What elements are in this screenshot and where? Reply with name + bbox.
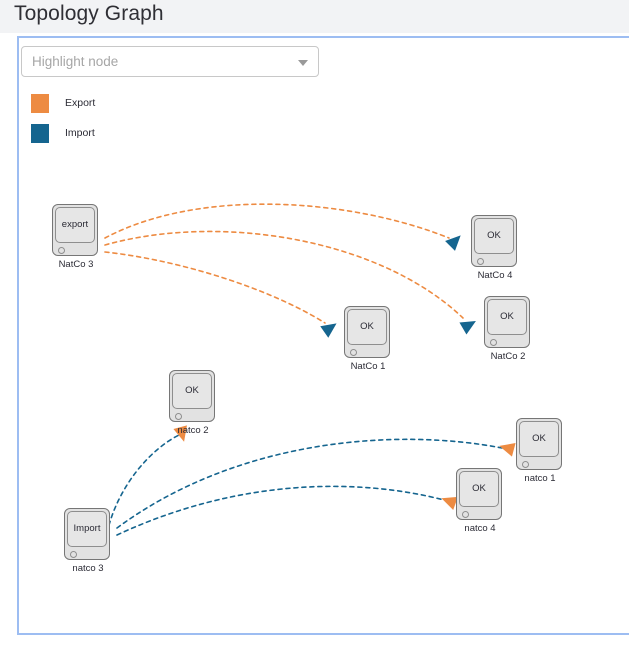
device-screen: Import xyxy=(67,511,107,547)
node-status-text: OK xyxy=(487,230,501,241)
topology-edge xyxy=(116,438,503,529)
topology-node-natco1-right[interactable]: OK natco 1 xyxy=(516,418,564,484)
device-screen: OK xyxy=(347,309,387,345)
node-caption: NatCo 3 xyxy=(58,259,94,270)
device-home-button-icon xyxy=(350,349,357,356)
topology-edge xyxy=(104,251,326,324)
topology-edge xyxy=(106,434,180,534)
node-caption: natco 4 xyxy=(464,523,496,534)
device-icon: OK xyxy=(456,468,502,520)
topology-graph-canvas[interactable]: export NatCo 3 OK NatCo 4 OK NatCo 1 OK NatCo 2… xyxy=(19,38,627,633)
device-home-button-icon xyxy=(477,258,484,265)
topology-node-natco4[interactable]: OK NatCo 4 xyxy=(471,215,519,281)
node-status-text: OK xyxy=(472,483,486,494)
node-caption: natco 3 xyxy=(72,563,104,574)
topology-node-natco2-upper[interactable]: OK NatCo 2 xyxy=(484,296,532,362)
device-home-button-icon xyxy=(70,551,77,558)
device-icon: Import xyxy=(64,508,110,560)
device-screen: OK xyxy=(459,471,499,507)
topology-node-natco2-lower[interactable]: OK natco 2 xyxy=(169,370,217,436)
topology-node-natco1[interactable]: OK NatCo 1 xyxy=(344,306,392,372)
device-home-button-icon xyxy=(175,413,182,420)
topology-edge xyxy=(116,485,445,536)
node-status-text: OK xyxy=(532,433,546,444)
node-caption: natco 1 xyxy=(524,473,556,484)
edge-arrowhead xyxy=(445,235,461,251)
device-screen: OK xyxy=(487,299,527,335)
device-screen: OK xyxy=(519,421,559,457)
device-screen: OK xyxy=(474,218,514,254)
node-caption: NatCo 1 xyxy=(350,361,386,372)
topology-node-natco4-lower[interactable]: OK natco 4 xyxy=(456,468,504,534)
topology-edge xyxy=(104,230,464,319)
edge-arrowhead-group xyxy=(320,323,337,338)
device-icon: OK xyxy=(471,215,517,267)
device-home-button-icon xyxy=(462,511,469,518)
device-icon: OK xyxy=(516,418,562,470)
topology-node-natco3-import[interactable]: Import natco 3 xyxy=(64,508,112,574)
device-icon: export xyxy=(52,204,98,256)
device-screen: OK xyxy=(172,373,212,409)
topology-node-natco3-export[interactable]: export NatCo 3 xyxy=(52,204,100,270)
page-title: Topology Graph xyxy=(14,2,164,25)
node-caption: NatCo 2 xyxy=(490,351,526,362)
device-icon: OK xyxy=(169,370,215,422)
node-status-text: OK xyxy=(185,385,199,396)
node-status-text: Import xyxy=(73,523,101,534)
device-home-button-icon xyxy=(490,339,497,346)
node-caption: natco 2 xyxy=(177,425,209,436)
device-home-button-icon xyxy=(522,461,529,468)
device-home-button-icon xyxy=(58,247,65,254)
node-status-text: export xyxy=(61,219,89,230)
node-status-text: OK xyxy=(360,321,374,332)
device-icon: OK xyxy=(344,306,390,358)
node-caption: NatCo 4 xyxy=(477,270,513,281)
device-icon: OK xyxy=(484,296,530,348)
edge-arrowhead-group xyxy=(445,235,461,251)
node-status-text: OK xyxy=(500,311,514,322)
topology-edge xyxy=(104,203,450,239)
edge-arrowhead xyxy=(320,323,337,338)
device-screen: export xyxy=(55,207,95,243)
